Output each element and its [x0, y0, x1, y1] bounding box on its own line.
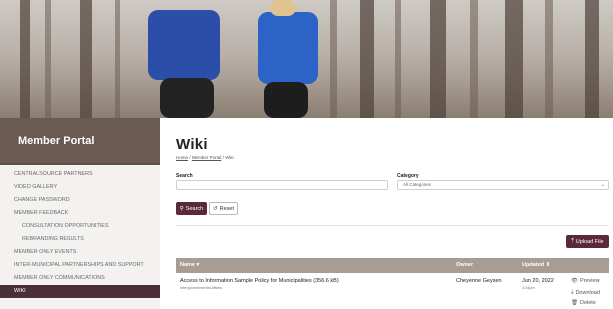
breadcrumb: Home / Member Portal / Wiki: [176, 155, 234, 160]
main-content: Wiki Home / Member Portal / Wiki Search …: [176, 118, 609, 309]
table-row: Access to Information Sample Policy for …: [176, 275, 609, 309]
file-category: Intergovernmental Affairs: [180, 286, 223, 290]
upload-file-button[interactable]: ⤒ Upload File: [566, 235, 609, 248]
breadcrumb-member-portal-link[interactable]: Member Portal: [192, 155, 222, 160]
sort-icon: ⇕: [545, 262, 551, 268]
preview-button[interactable]: 👁 Preview: [571, 278, 600, 284]
breadcrumb-home-link[interactable]: Home: [176, 155, 188, 160]
eye-icon: 👁: [571, 278, 578, 284]
chevron-down-icon: ⌄: [600, 182, 605, 188]
sidebar-item-inter-municipal-partnerships[interactable]: INTER-MUNICIPAL PARTNERSHIPS AND SUPPORT: [0, 259, 160, 272]
search-button[interactable]: ⚲ Search: [176, 202, 207, 215]
search-icon: ⚲: [179, 205, 184, 212]
search-button-label: Search: [185, 205, 204, 212]
sidebar: Member Portal CENTRALSOURCE PARTNERS VID…: [0, 118, 160, 309]
reset-icon: ↺: [213, 205, 218, 212]
column-header-updated-label: Updated: [522, 262, 544, 268]
reset-button-label: Reset: [219, 205, 234, 212]
category-select[interactable]: All Categories ⌄: [397, 180, 609, 190]
sidebar-item-centralsource-partners[interactable]: CENTRALSOURCE PARTNERS: [0, 168, 160, 181]
download-icon: ⤓: [571, 289, 574, 295]
breadcrumb-separator: /: [189, 155, 191, 160]
sidebar-item-member-only-events[interactable]: MEMBER ONLY EVENTS: [0, 246, 160, 259]
hero-banner-image: [0, 0, 613, 118]
section-divider: [176, 225, 609, 226]
category-select-value: All Categories: [403, 182, 432, 187]
sidebar-item-video-gallery[interactable]: VIDEO GALLERY: [0, 181, 160, 194]
sidebar-item-consultation-opportunities[interactable]: CONSULTATION OPPORTUNITIES: [0, 220, 160, 233]
breadcrumb-current: Wiki: [225, 155, 234, 160]
delete-label: Delete: [579, 300, 596, 306]
column-header-name-label: Name: [180, 262, 195, 268]
column-header-name[interactable]: Name ▾: [180, 258, 199, 273]
upload-file-button-label: Upload File: [575, 238, 604, 245]
delete-button[interactable]: 🗑 Delete: [571, 300, 596, 306]
file-name[interactable]: Access to Information Sample Policy for …: [180, 278, 339, 284]
reset-button[interactable]: ↺ Reset: [209, 202, 238, 215]
download-button[interactable]: ⤓ Download: [571, 289, 600, 296]
sort-desc-icon: ▾: [196, 262, 200, 268]
column-header-owner[interactable]: Owner: [456, 258, 473, 273]
sidebar-item-rebranding-results[interactable]: REBRANDING RESULTS: [0, 233, 160, 246]
sidebar-menu: CENTRALSOURCE PARTNERS VIDEO GALLERY CHA…: [0, 168, 160, 298]
trash-icon: 🗑: [571, 300, 578, 306]
sidebar-item-member-only-communications[interactable]: MEMBER ONLY COMMUNICATIONS: [0, 272, 160, 285]
upload-icon: ⤒: [571, 238, 574, 244]
table-header: Name ▾ Owner Updated ⇕: [176, 258, 609, 273]
sidebar-title: Member Portal: [0, 118, 160, 163]
breadcrumb-separator: /: [222, 155, 224, 160]
sidebar-item-wiki[interactable]: WIKI: [0, 285, 160, 298]
sidebar-item-member-feedback[interactable]: MEMBER FEEDBACK: [0, 207, 160, 220]
file-owner: Cheyenne Geysen: [456, 278, 502, 284]
column-header-updated[interactable]: Updated ⇕: [522, 258, 550, 273]
preview-label: Preview: [579, 278, 600, 284]
category-label: Category: [397, 173, 419, 179]
file-updated-date: Jun 20, 2022: [522, 278, 554, 284]
search-label: Search: [176, 173, 193, 179]
download-label: Download: [575, 289, 600, 296]
page-title: Wiki: [176, 136, 208, 153]
search-input[interactable]: [176, 180, 388, 190]
file-updated-time: 3:34pm: [522, 286, 535, 290]
sidebar-item-change-password[interactable]: CHANGE PASSWORD: [0, 194, 160, 207]
